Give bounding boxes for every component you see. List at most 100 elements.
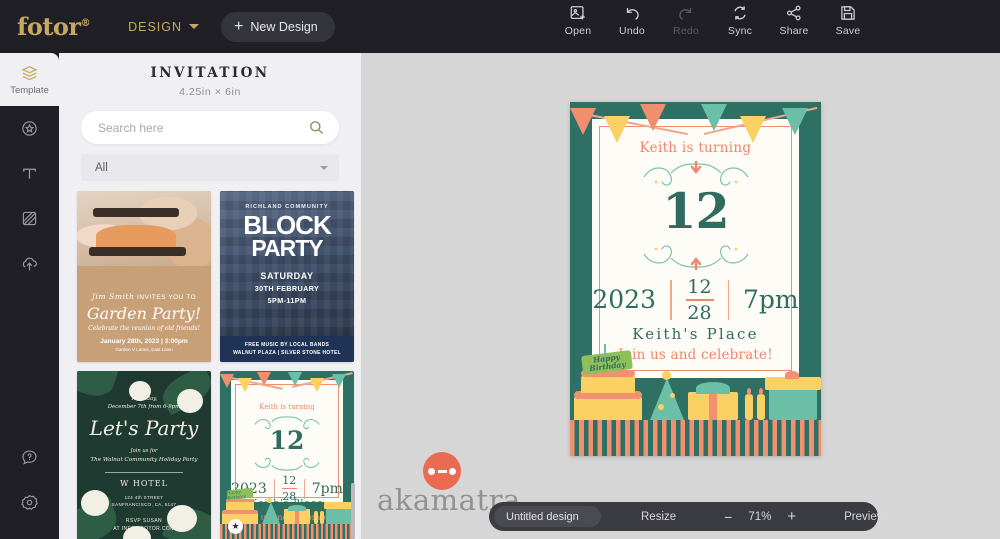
left-rail: Template [0, 53, 59, 539]
gift-bow [288, 505, 306, 511]
bunting-flag [701, 104, 727, 131]
sidebar-item-upload[interactable] [0, 241, 59, 286]
toolbar-save[interactable]: Save [821, 4, 875, 37]
tpl3-line9: RSVP SUSAN [125, 518, 163, 524]
tpl1-line1-pre: Jim Smith [91, 292, 135, 301]
new-design-label: New Design [250, 19, 318, 34]
tpl2-line6: 5PM-11PM [267, 295, 307, 305]
divider [105, 472, 183, 473]
design-age[interactable]: 12 [570, 182, 821, 240]
tpl3-line1: Thursday, [130, 396, 158, 402]
sidebar-item-background[interactable] [0, 196, 59, 241]
sidebar-item-template[interactable]: Template [0, 53, 59, 106]
tpl1-line4: January 28th, 2023 | 2:00pm [100, 338, 188, 345]
party-hat-dot [670, 393, 675, 398]
zoom-in-button[interactable]: + [787, 508, 796, 525]
zoom-out-button[interactable]: − [724, 509, 732, 525]
gift-bow [785, 371, 799, 379]
thumb-age: 12 [269, 426, 305, 455]
search-input[interactable] [98, 120, 308, 135]
striped-border [570, 420, 821, 456]
tpl1-line3: Celebrate the reunion of old friends! [88, 325, 200, 332]
template-thumb-text: Jim Smith INVITES YOU TO Garden Party! C… [77, 292, 211, 352]
design-month: 12 [687, 276, 712, 298]
design-day: 28 [687, 301, 712, 324]
gift-bow [696, 382, 730, 394]
decorative-shape [89, 247, 186, 256]
design-date-row[interactable]: 2023 12 28 7pm [570, 276, 821, 324]
toolbar-share[interactable]: Share [767, 4, 821, 37]
zoom-level-label[interactable]: 71% [748, 511, 771, 523]
tpl3-line3: Let's Party [89, 416, 199, 440]
tpl3-line2: December 7th from 6-9pm [107, 404, 181, 410]
toolbar-undo[interactable]: Undo [605, 4, 659, 37]
sidebar-item-elements[interactable] [0, 106, 59, 151]
chevron-down-icon [320, 165, 328, 170]
candle-flame [747, 388, 751, 395]
tpl2-line4: SATURDAY [260, 270, 314, 281]
canvas-area[interactable]: Keith is turning 12 2023 12 28 7pm Keith… [361, 53, 1000, 539]
tpl3-line4: Join us for [130, 448, 158, 454]
preview-button[interactable]: Preview [844, 511, 885, 523]
text-t-icon [23, 168, 36, 179]
akamatra-watermark-text: akamatra [377, 483, 521, 517]
candle-flame [759, 388, 763, 395]
template-card-lets-party[interactable]: Thursday, December 7th from 6-9pm Let's … [77, 371, 211, 539]
new-design-button[interactable]: + New Design [221, 11, 335, 42]
toolbar-sync[interactable]: Sync [713, 4, 767, 37]
template-card-garden-party[interactable]: Jim Smith INVITES YOU TO Garden Party! C… [77, 191, 211, 362]
bunting-flag [740, 116, 766, 143]
template-card-block-party[interactable]: RICHLAND COMMUNITY BLOCK PARTY SATURDAY … [220, 191, 354, 362]
divider [727, 279, 729, 320]
divider [281, 488, 297, 489]
template-panel-scrollbar[interactable] [351, 483, 355, 539]
save-disk-icon [841, 6, 855, 20]
party-hat [650, 378, 684, 420]
logo-dot [428, 467, 435, 475]
cake-layer-bottom [574, 396, 642, 420]
bunting-flag [604, 116, 630, 143]
toolbar-open[interactable]: Open [551, 4, 605, 37]
design-place[interactable]: Keith's Place [570, 325, 821, 343]
toolbar-undo-label: Undo [619, 25, 645, 37]
design-time: 7pm [743, 285, 799, 315]
candle [757, 394, 765, 420]
bunting-flag [782, 108, 808, 135]
gift-box [326, 507, 352, 524]
design-canvas[interactable]: Keith is turning 12 2023 12 28 7pm Keith… [570, 102, 821, 456]
toolbar-open-label: Open [564, 25, 592, 37]
tpl2-foot1: FREE MUSIC BY LOCAL BANDS [244, 342, 330, 348]
sidebar-item-help[interactable] [0, 435, 59, 480]
sidebar-item-settings[interactable] [0, 480, 59, 525]
logo-registered-mark: ® [80, 17, 91, 29]
thumb-headline: Keith is turning [259, 403, 315, 411]
gift-ribbon [709, 392, 717, 420]
thumb-month: 12 [282, 474, 297, 487]
category-filter-value: All [95, 161, 108, 174]
candle [320, 511, 324, 524]
layers-stack-icon [21, 65, 38, 80]
document-name-input[interactable] [506, 510, 601, 523]
toolbar-sync-label: Sync [727, 25, 753, 37]
category-filter-dropdown[interactable]: All [81, 154, 339, 181]
document-name-field[interactable] [494, 506, 601, 527]
divider [273, 478, 275, 499]
undo-icon [626, 8, 639, 20]
template-premium-badge[interactable]: ★ [228, 519, 243, 534]
toolbar-redo[interactable]: Redo [659, 4, 713, 37]
chevron-down-icon [189, 24, 200, 29]
sidebar-item-text[interactable] [0, 151, 59, 196]
resize-button[interactable]: Resize [641, 511, 676, 523]
share-icon [786, 5, 801, 21]
tpl1-line2: Garden Party! [86, 304, 202, 323]
fotor-logo[interactable]: fotor® [17, 14, 91, 39]
search-box[interactable] [81, 111, 339, 144]
tpl2-line1: RICHLAND COMMUNITY [245, 204, 329, 210]
design-menu-dropdown[interactable]: DESIGN [128, 20, 200, 34]
design-monthday: 12 28 [685, 276, 714, 324]
template-thumb-text: RICHLAND COMMUNITY BLOCK PARTY SATURDAY … [220, 191, 354, 305]
toolbar-save-label: Save [835, 25, 861, 37]
design-headline[interactable]: Keith is turning [570, 140, 821, 156]
template-thumb-text: Thursday, December 7th from 6-9pm Let's … [77, 371, 211, 532]
template-card-keith-birthday[interactable]: Keith is turning 12 2023 12 [220, 371, 354, 539]
